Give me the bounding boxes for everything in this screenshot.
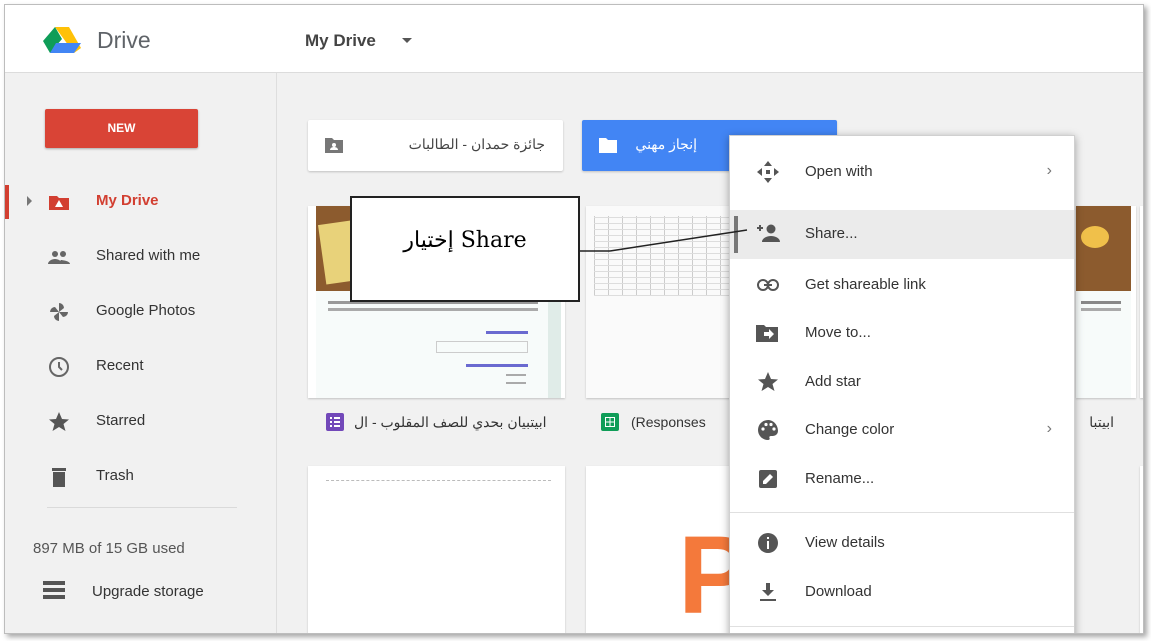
drive-window: Drive My Drive NEW My Drive Shared with …: [4, 4, 1144, 634]
callout-text: إختيار Share: [403, 228, 527, 253]
annotation-callout: إختيار Share: [350, 196, 580, 302]
callout-leader-line: [580, 229, 748, 252]
